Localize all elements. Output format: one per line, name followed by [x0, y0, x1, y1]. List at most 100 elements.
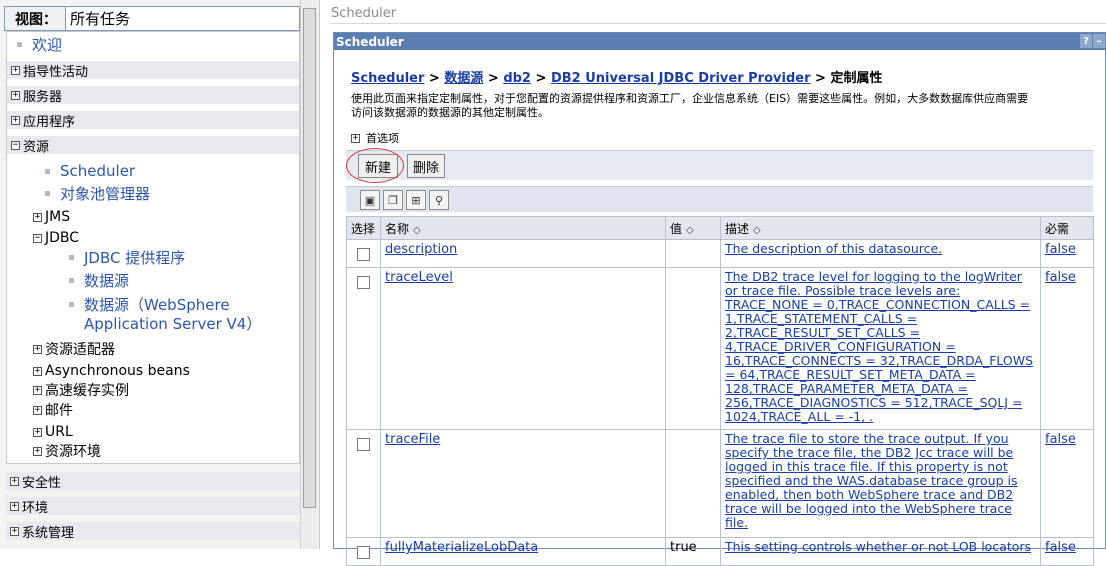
- nav-scrollbar[interactable]: [300, 0, 318, 549]
- sort-icon[interactable]: ◇: [413, 225, 421, 236]
- jdbc-providers-link[interactable]: JDBC 提供程序: [84, 247, 185, 268]
- sort-icon[interactable]: ◇: [686, 225, 694, 236]
- item-label: Asynchronous beans: [45, 363, 190, 379]
- delete-button[interactable]: 删除: [407, 154, 445, 178]
- breadcrumb-link-db2[interactable]: db2: [503, 71, 531, 86]
- nav-category-servers[interactable]: + 服务器: [7, 86, 299, 105]
- collapse-icon[interactable]: −: [11, 140, 20, 150]
- nav-scroll-thumb[interactable]: [303, 8, 316, 508]
- nav-category-resources[interactable]: − 资源: [7, 136, 299, 155]
- nav-item-resource-env[interactable]: + 资源环境: [29, 442, 101, 460]
- column-header-value[interactable]: 值 ◇: [665, 216, 721, 240]
- nav-item-scheduler[interactable]: Scheduler: [45, 162, 135, 180]
- expand-icon[interactable]: +: [33, 385, 42, 395]
- property-name-link[interactable]: fullyMaterializeLobData: [385, 540, 538, 555]
- breadcrumb-current: 定制属性: [830, 71, 883, 86]
- datasources-link[interactable]: 数据源: [84, 270, 129, 291]
- preferences-toggle[interactable]: + 首选项: [351, 130, 399, 146]
- expand-icon[interactable]: +: [33, 366, 42, 376]
- expand-icon[interactable]: +: [33, 427, 42, 437]
- page-breadcrumb-title: Scheduler: [331, 6, 397, 21]
- row-checkbox[interactable]: [357, 276, 370, 289]
- property-required-link[interactable]: false: [1045, 432, 1076, 447]
- datasources-v4-link[interactable]: 数据源（WebSphere: [84, 294, 230, 315]
- breadcrumb-link-datasources[interactable]: 数据源: [444, 71, 483, 86]
- table-row: description The description of this data…: [346, 239, 1094, 268]
- expand-icon[interactable]: +: [11, 90, 20, 100]
- property-name-link[interactable]: description: [385, 242, 457, 257]
- property-required-link[interactable]: false: [1045, 242, 1076, 257]
- view-selector[interactable]: 视图： 所有任务: [4, 6, 300, 31]
- expand-icon[interactable]: +: [11, 65, 20, 75]
- table-row: fullyMaterializeLobData true This settin…: [346, 537, 1094, 566]
- expand-icon[interactable]: +: [33, 405, 42, 415]
- nav-item-jms[interactable]: + JMS: [29, 208, 70, 226]
- expand-icon[interactable]: +: [33, 446, 42, 456]
- row-checkbox[interactable]: [357, 438, 370, 451]
- expand-icon[interactable]: +: [10, 476, 19, 486]
- nav-item-jdbc[interactable]: − JDBC: [29, 229, 79, 247]
- category-label: 服务器: [23, 89, 63, 105]
- category-label: 应用程序: [23, 114, 76, 130]
- nav-item-resource-adapters[interactable]: + 资源适配器: [29, 340, 115, 358]
- nav-item-welcome[interactable]: 欢迎: [17, 34, 62, 55]
- collapse-icon[interactable]: −: [33, 233, 42, 243]
- expand-icon[interactable]: +: [33, 344, 42, 354]
- expand-icon[interactable]: +: [10, 526, 19, 536]
- scheduler-link[interactable]: Scheduler: [60, 162, 135, 180]
- expand-icon[interactable]: +: [351, 133, 360, 143]
- preferences-label: 首选项: [366, 132, 399, 145]
- nav-item-jdbc-providers[interactable]: JDBC 提供程序: [69, 247, 185, 268]
- view-select-value[interactable]: 所有任务: [66, 8, 299, 29]
- nav-category-guided-activities[interactable]: + 指导性活动: [7, 61, 299, 80]
- nav-item-object-pool[interactable]: 对象池管理器: [45, 183, 150, 204]
- jdbc-label: JDBC: [45, 230, 80, 246]
- expand-icon[interactable]: +: [10, 501, 19, 511]
- nav-item-async-beans[interactable]: + Asynchronous beans: [29, 362, 190, 380]
- column-header-name[interactable]: 名称 ◇: [380, 216, 666, 240]
- description-line: 使用此页面来指定定制属性，对于您配置的资源提供程序和资源工厂，企业信息系统（EI…: [351, 92, 1029, 105]
- button-bar: 新建 删除: [346, 148, 1093, 183]
- datasources-v4-link-cont[interactable]: Application Server V4）: [84, 313, 261, 334]
- clear-filter-icon[interactable]: ⚲: [429, 190, 449, 210]
- nav-item-url[interactable]: + URL: [29, 423, 73, 441]
- property-required-link[interactable]: false: [1045, 270, 1076, 285]
- nav-item-datasources-v4-cont[interactable]: Application Server V4）: [84, 313, 261, 334]
- show-filter-icon[interactable]: ⊞: [406, 190, 426, 210]
- deselect-all-icon[interactable]: ❐: [383, 190, 403, 210]
- select-all-icon[interactable]: ▣: [360, 190, 380, 210]
- breadcrumb-link-scheduler[interactable]: Scheduler: [351, 71, 424, 86]
- nav-category-security[interactable]: + 安全性: [6, 472, 300, 491]
- welcome-link[interactable]: 欢迎: [32, 34, 62, 55]
- jms-label: JMS: [45, 209, 71, 225]
- property-description-link[interactable]: This setting controls whether or not LOB…: [725, 539, 1031, 554]
- property-name-link[interactable]: traceLevel: [385, 270, 453, 285]
- nav-item-mail[interactable]: + 邮件: [29, 401, 73, 419]
- category-label: 指导性活动: [23, 64, 89, 80]
- nav-item-datasources-v4[interactable]: 数据源（WebSphere: [69, 294, 230, 315]
- minimize-icon[interactable]: –: [1093, 34, 1105, 48]
- nav-category-environment[interactable]: + 环境: [6, 497, 300, 516]
- help-icon[interactable]: ?: [1080, 34, 1092, 48]
- column-header-description[interactable]: 描述 ◇: [720, 216, 1041, 240]
- property-required-link[interactable]: false: [1045, 540, 1076, 555]
- breadcrumb-separator: >: [810, 71, 831, 86]
- expand-icon[interactable]: +: [33, 212, 42, 222]
- nav-item-cache-instances[interactable]: + 高速缓存实例: [29, 381, 129, 399]
- property-name-link[interactable]: traceFile: [385, 432, 440, 447]
- breadcrumb: Scheduler > 数据源 > db2 > DB2 Universal JD…: [351, 67, 882, 86]
- property-description-link[interactable]: The DB2 trace level for logging to the l…: [725, 269, 1033, 424]
- property-description-link[interactable]: The description of this datasource.: [725, 241, 942, 256]
- row-checkbox[interactable]: [357, 546, 370, 559]
- object-pool-link[interactable]: 对象池管理器: [60, 183, 150, 204]
- row-checkbox[interactable]: [357, 248, 370, 261]
- nav-item-datasources[interactable]: 数据源: [69, 270, 129, 291]
- sort-icon[interactable]: ◇: [753, 225, 761, 236]
- nav-category-applications[interactable]: + 应用程序: [7, 111, 299, 130]
- property-description-link[interactable]: The trace file to store the trace output…: [725, 431, 1018, 530]
- nav-category-system-admin[interactable]: + 系统管理: [6, 522, 300, 541]
- bullet-icon: [45, 168, 50, 174]
- expand-icon[interactable]: +: [11, 115, 20, 125]
- breadcrumb-link-provider[interactable]: DB2 Universal JDBC Driver Provider: [551, 71, 811, 86]
- highlight-circle: [346, 148, 404, 183]
